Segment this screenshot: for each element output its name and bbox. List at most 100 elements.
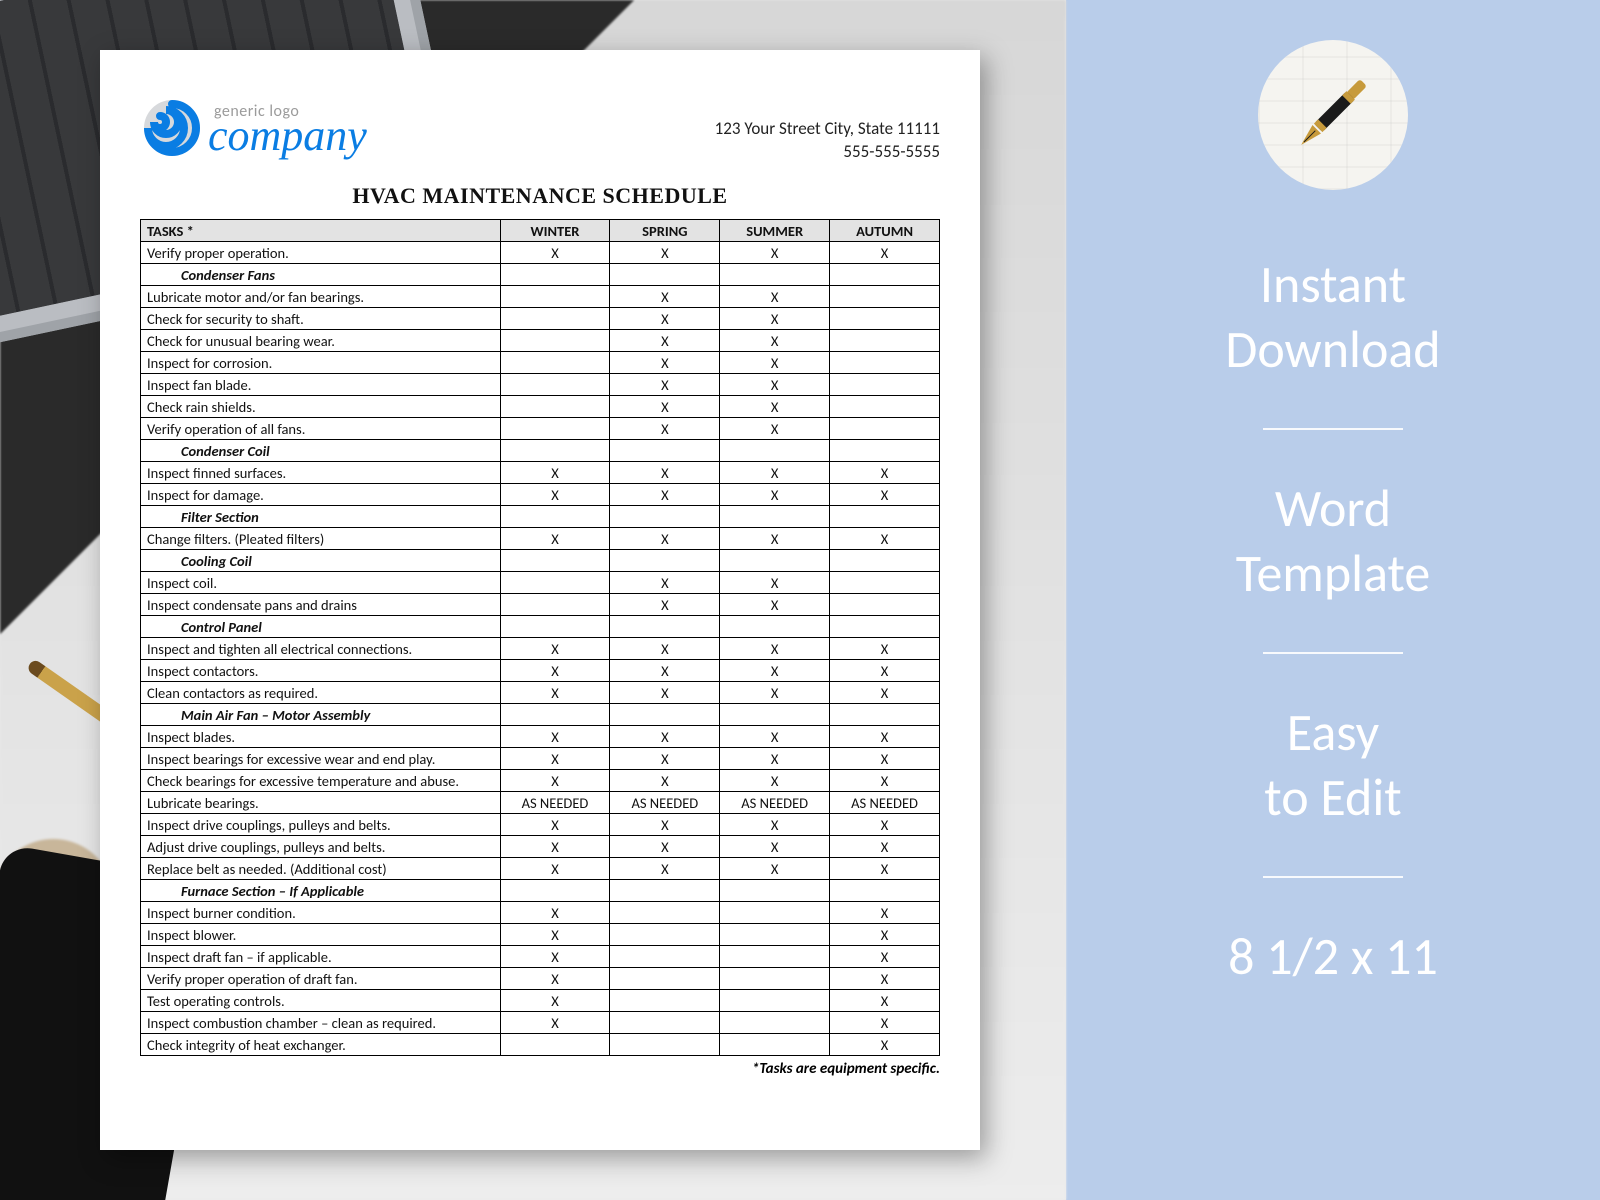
blank-cell: [500, 704, 610, 726]
mark-cell: X: [500, 836, 610, 858]
table-header-row: TASKS * WINTER SPRING SUMMER AUTUMN: [141, 220, 940, 242]
mark-cell: X: [830, 242, 940, 264]
mark-cell: X: [830, 1034, 940, 1056]
task-label: Check for unusual bearing wear.: [141, 330, 501, 352]
mark-cell: [830, 308, 940, 330]
task-label: Inspect finned surfaces.: [141, 462, 501, 484]
mark-cell: X: [830, 968, 940, 990]
mark-cell: X: [720, 374, 830, 396]
divider: [1263, 428, 1403, 430]
table-row: Inspect drive couplings, pulleys and bel…: [141, 814, 940, 836]
mark-cell: [830, 572, 940, 594]
table-row: Inspect finned surfaces.XXXX: [141, 462, 940, 484]
table-row: Inspect condensate pans and drainsXX: [141, 594, 940, 616]
task-label: Check for security to shaft.: [141, 308, 501, 330]
mark-cell: X: [500, 770, 610, 792]
mark-cell: X: [720, 528, 830, 550]
mark-cell: X: [720, 858, 830, 880]
mark-cell: X: [610, 396, 720, 418]
shop-badge: [1258, 40, 1408, 190]
mark-cell: X: [500, 990, 610, 1012]
table-row: Inspect burner condition.XX: [141, 902, 940, 924]
task-label: Check bearings for excessive temperature…: [141, 770, 501, 792]
task-label: Check integrity of heat exchanger.: [141, 1034, 501, 1056]
blank-cell: [610, 704, 720, 726]
blank-cell: [720, 880, 830, 902]
mark-cell: X: [720, 352, 830, 374]
section-row: Control Panel: [141, 616, 940, 638]
section-row: Cooling Coil: [141, 550, 940, 572]
mark-cell: X: [500, 748, 610, 770]
mark-cell: [500, 374, 610, 396]
blank-cell: [720, 550, 830, 572]
task-label: Clean contactors as required.: [141, 682, 501, 704]
blank-cell: [830, 506, 940, 528]
mark-cell: [830, 352, 940, 374]
blank-cell: [610, 550, 720, 572]
mark-cell: X: [500, 946, 610, 968]
table-row: Inspect fan blade.XX: [141, 374, 940, 396]
section-label: Filter Section: [141, 506, 501, 528]
blank-cell: [500, 550, 610, 572]
mark-cell: [500, 286, 610, 308]
schedule-body: Verify proper operation.XXXXCondenser Fa…: [141, 242, 940, 1056]
document-page: generic logo company 123 Your Street Cit…: [100, 50, 980, 1150]
mark-cell: X: [720, 814, 830, 836]
table-row: Check integrity of heat exchanger. X: [141, 1034, 940, 1056]
mark-cell: X: [830, 660, 940, 682]
mark-cell: X: [830, 858, 940, 880]
mark-cell: X: [610, 330, 720, 352]
blank-cell: [500, 440, 610, 462]
feature-instant-download: InstantDownload: [1225, 252, 1440, 382]
task-label: Change filters. (Pleated filters): [141, 528, 501, 550]
col-tasks: TASKS *: [141, 220, 501, 242]
table-row: Adjust drive couplings, pulleys and belt…: [141, 836, 940, 858]
blank-cell: [830, 264, 940, 286]
task-label: Verify operation of all fans.: [141, 418, 501, 440]
blank-cell: [720, 440, 830, 462]
mark-cell: [830, 286, 940, 308]
mark-cell: X: [500, 924, 610, 946]
mark-cell: [610, 924, 720, 946]
col-autumn: AUTUMN: [830, 220, 940, 242]
logo-bottom-text: company: [208, 114, 367, 158]
mark-cell: X: [500, 858, 610, 880]
mark-cell: X: [610, 242, 720, 264]
mark-cell: X: [720, 770, 830, 792]
mark-cell: X: [500, 726, 610, 748]
table-row: Inspect blades.XXXX: [141, 726, 940, 748]
mark-cell: [720, 902, 830, 924]
mark-cell: [720, 968, 830, 990]
table-row: Check rain shields.XX: [141, 396, 940, 418]
section-row: Furnace Section – If Applicable: [141, 880, 940, 902]
mark-cell: X: [610, 682, 720, 704]
mark-cell: X: [830, 1012, 940, 1034]
contact-block: 123 Your Street City, State 11111 555-55…: [715, 118, 940, 164]
mark-cell: X: [720, 286, 830, 308]
mark-cell: X: [830, 484, 940, 506]
mark-cell: X: [720, 330, 830, 352]
feature-text: InstantDownload: [1225, 252, 1440, 382]
mark-cell: X: [610, 352, 720, 374]
task-label: Verify proper operation of draft fan.: [141, 968, 501, 990]
table-row: Check bearings for excessive temperature…: [141, 770, 940, 792]
mark-cell: X: [610, 418, 720, 440]
mark-cell: X: [720, 594, 830, 616]
mark-cell: X: [610, 286, 720, 308]
mark-cell: [500, 396, 610, 418]
section-row: Main Air Fan – Motor Assembly: [141, 704, 940, 726]
mark-cell: X: [720, 572, 830, 594]
mark-cell: [500, 330, 610, 352]
blank-cell: [830, 550, 940, 572]
blank-cell: [720, 506, 830, 528]
task-label: Inspect contactors.: [141, 660, 501, 682]
mark-cell: X: [720, 638, 830, 660]
company-logo: generic logo company: [140, 96, 367, 165]
task-label: Inspect combustion chamber – clean as re…: [141, 1012, 501, 1034]
schedule-table: TASKS * WINTER SPRING SUMMER AUTUMN Veri…: [140, 219, 940, 1056]
mark-cell: [500, 352, 610, 374]
mark-cell: X: [500, 682, 610, 704]
table-row: Lubricate bearings.AS NEEDEDAS NEEDEDAS …: [141, 792, 940, 814]
table-row: Lubricate motor and/or fan bearings.XX: [141, 286, 940, 308]
mark-cell: X: [720, 308, 830, 330]
